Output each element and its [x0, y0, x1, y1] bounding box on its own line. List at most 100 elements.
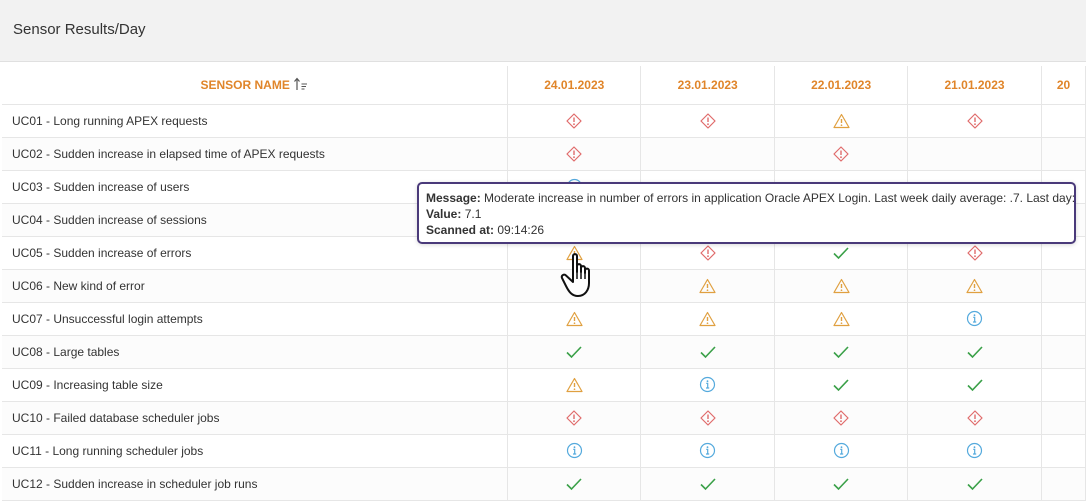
table-header-row: SENSOR NAME 24.01.2023 23.01.2023 22.01.20…	[2, 66, 1086, 105]
status-cell[interactable]	[640, 434, 776, 468]
status-cell[interactable]	[507, 137, 642, 171]
column-header-date[interactable]: 22.01.2023	[774, 66, 909, 105]
status-cell	[1041, 269, 1086, 303]
status-cell[interactable]	[907, 434, 1042, 468]
info-circle-icon[interactable]	[699, 376, 716, 393]
status-cell[interactable]	[640, 302, 776, 336]
triangle-warning-icon[interactable]	[833, 278, 850, 293]
status-cell[interactable]	[640, 269, 776, 303]
sensor-name-cell: UC06 - New kind of error	[2, 269, 509, 303]
column-header-date[interactable]: 23.01.2023	[640, 66, 776, 105]
info-circle-icon[interactable]	[833, 442, 850, 459]
table-row: UC07 - Unsuccessful login attempts	[2, 302, 1086, 336]
triangle-warning-icon[interactable]	[699, 278, 716, 293]
checkmark-icon[interactable]	[966, 344, 984, 359]
column-header-sensor-name[interactable]: SENSOR NAME	[2, 66, 509, 105]
diamond-exclamation-icon[interactable]	[566, 145, 582, 162]
status-cell[interactable]	[774, 467, 909, 501]
status-cell[interactable]	[907, 368, 1042, 402]
status-cell[interactable]	[507, 335, 642, 369]
status-cell[interactable]	[507, 368, 642, 402]
checkmark-icon[interactable]	[966, 377, 984, 392]
status-cell[interactable]	[907, 335, 1042, 369]
checkmark-icon[interactable]	[966, 476, 984, 491]
triangle-warning-icon[interactable]	[699, 311, 716, 326]
status-cell[interactable]	[774, 137, 909, 171]
status-cell[interactable]	[907, 104, 1042, 138]
status-cell[interactable]	[774, 335, 909, 369]
status-cell[interactable]	[640, 401, 776, 435]
status-cell[interactable]	[774, 302, 909, 336]
status-cell[interactable]	[507, 467, 642, 501]
tooltip-scanned-line: Scanned at: 09:14:26	[426, 222, 1067, 238]
checkmark-icon[interactable]	[832, 377, 850, 392]
diamond-exclamation-icon[interactable]	[966, 244, 983, 261]
tooltip-scanned-label: Scanned at:	[426, 223, 495, 237]
checkmark-icon[interactable]	[832, 476, 850, 491]
status-cell[interactable]	[907, 269, 1042, 303]
status-cell[interactable]	[507, 302, 642, 336]
checkmark-icon[interactable]	[832, 245, 850, 260]
diamond-exclamation-icon[interactable]	[566, 409, 582, 426]
status-cell[interactable]	[774, 401, 909, 435]
sensor-name-cell: UC10 - Failed database scheduler jobs	[2, 401, 509, 435]
sensor-name-cell: UC12 - Sudden increase in scheduler job …	[2, 467, 509, 501]
status-cell[interactable]	[774, 269, 909, 303]
checkmark-icon[interactable]	[565, 476, 583, 491]
diamond-exclamation-icon[interactable]	[966, 409, 983, 426]
table-row: UC02 - Sudden increase in elapsed time o…	[2, 137, 1086, 171]
table-row: UC11 - Long running scheduler jobs	[2, 434, 1086, 468]
diamond-exclamation-icon[interactable]	[833, 145, 849, 162]
tooltip-value-line: Value: 7.1	[426, 206, 1067, 222]
tooltip-value: 7.1	[464, 207, 482, 221]
triangle-warning-icon[interactable]	[566, 311, 583, 326]
checkmark-icon[interactable]	[699, 344, 717, 359]
status-tooltip: Message: Moderate increase in number of …	[417, 182, 1076, 244]
status-cell	[1041, 302, 1086, 336]
column-header-date[interactable]: 21.01.2023	[907, 66, 1042, 105]
table-row: UC06 - New kind of error	[2, 269, 1086, 303]
diamond-exclamation-icon[interactable]	[833, 409, 849, 426]
sort-ascending-icon[interactable]	[293, 77, 309, 92]
checkmark-icon[interactable]	[699, 476, 717, 491]
sensor-name-cell: UC09 - Increasing table size	[2, 368, 509, 402]
status-cell[interactable]	[507, 401, 642, 435]
triangle-warning-icon[interactable]	[566, 377, 583, 392]
status-cell[interactable]	[507, 104, 642, 138]
table-row: UC10 - Failed database scheduler jobs	[2, 401, 1086, 435]
table-row: UC12 - Sudden increase in scheduler job …	[2, 467, 1086, 501]
status-cell[interactable]	[640, 335, 776, 369]
triangle-warning-icon[interactable]	[966, 278, 983, 293]
triangle-warning-icon[interactable]	[833, 311, 850, 326]
status-cell[interactable]	[507, 434, 642, 468]
status-cell	[1041, 104, 1086, 138]
status-cell[interactable]	[640, 104, 776, 138]
status-cell	[907, 137, 1042, 171]
column-header-date[interactable]: 24.01.2023	[507, 66, 642, 105]
sensor-name-cell: UC02 - Sudden increase in elapsed time o…	[2, 137, 509, 171]
diamond-exclamation-icon[interactable]	[966, 112, 983, 129]
info-circle-icon[interactable]	[566, 442, 583, 459]
checkmark-icon[interactable]	[565, 344, 583, 359]
diamond-exclamation-icon[interactable]	[566, 112, 582, 129]
status-cell[interactable]	[774, 368, 909, 402]
status-cell[interactable]	[640, 467, 776, 501]
status-cell[interactable]	[907, 302, 1042, 336]
checkmark-icon[interactable]	[832, 344, 850, 359]
diamond-exclamation-icon[interactable]	[700, 409, 716, 426]
table-row: UC01 - Long running APEX requests	[2, 104, 1086, 138]
diamond-exclamation-icon[interactable]	[700, 112, 716, 129]
column-header-date[interactable]: 20	[1041, 66, 1086, 105]
diamond-exclamation-icon[interactable]	[700, 244, 716, 261]
info-circle-icon[interactable]	[966, 442, 983, 459]
info-circle-icon[interactable]	[966, 310, 983, 327]
status-cell[interactable]	[907, 467, 1042, 501]
status-cell[interactable]	[774, 104, 909, 138]
status-cell	[1041, 467, 1086, 501]
triangle-warning-icon[interactable]	[833, 113, 850, 128]
status-cell[interactable]	[907, 401, 1042, 435]
status-cell[interactable]	[774, 434, 909, 468]
sensor-name-header-label: SENSOR NAME	[200, 78, 290, 93]
status-cell[interactable]	[640, 368, 776, 402]
info-circle-icon[interactable]	[699, 442, 716, 459]
